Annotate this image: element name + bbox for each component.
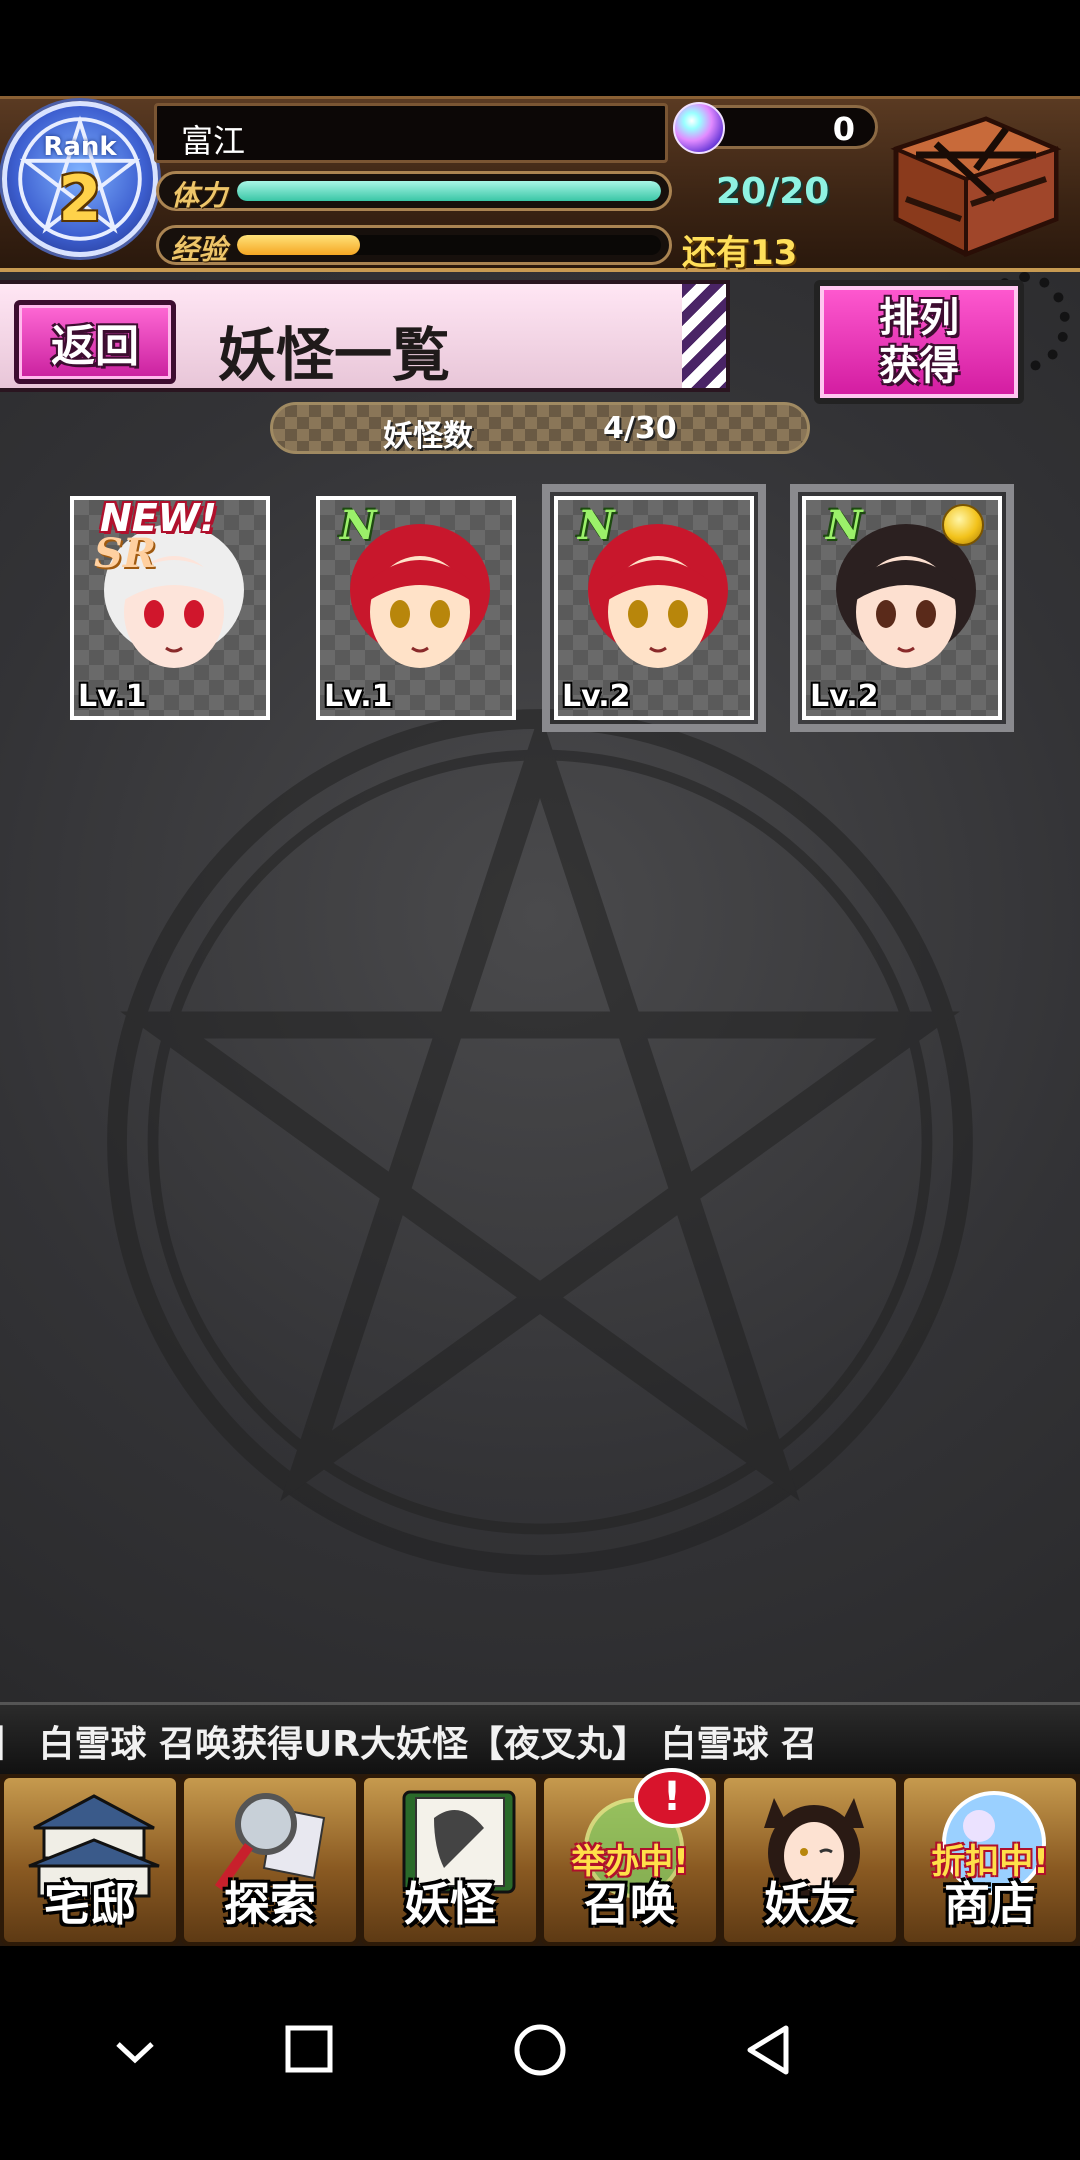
player-header: Rank 2 富江 体力 经验 0 20/20 还有13 xyxy=(0,96,1080,273)
yokai-count-label: 妖怪数 xyxy=(383,419,473,454)
nav-label-yokai: 妖怪 xyxy=(404,1877,496,1931)
orb-counter[interactable]: 0 xyxy=(673,102,878,154)
page-title: 妖怪一覧 xyxy=(218,321,451,389)
stamina-bar: 体力 xyxy=(156,171,672,212)
recents-square-icon[interactable] xyxy=(264,2006,354,2096)
exp-remaining: 还有13 xyxy=(682,233,798,273)
exp-fill xyxy=(237,235,360,255)
nav-label-friends: 妖友 xyxy=(764,1877,856,1931)
player-name-box: 富江 xyxy=(154,103,668,163)
yokai-card[interactable]: SR NEW! Lv.1 xyxy=(70,496,270,720)
bottom-nav: 宅邸 探索 妖怪 举办中! ! 召唤 妖友 折扣中! 商店 xyxy=(0,1768,1080,1946)
card-level: Lv.2 xyxy=(810,679,879,714)
yokai-card[interactable]: N Lv.2 xyxy=(790,484,1014,732)
home-circle-icon[interactable] xyxy=(495,2006,585,2096)
sort-line-1: 排列 xyxy=(879,294,959,341)
stamina-fill xyxy=(237,181,661,201)
ticker-text: 也】 白雪球 召唤获得UR大妖怪【夜叉丸】 白雪球 召 xyxy=(0,1724,818,1765)
back-button[interactable]: 返回 xyxy=(14,300,176,384)
card-level: Lv.1 xyxy=(78,679,147,714)
stamina-track xyxy=(237,181,661,201)
nav-label-explore: 探索 xyxy=(224,1877,316,1931)
sort-button[interactable]: 排列 获得 xyxy=(814,280,1024,404)
treasure-chest-icon[interactable] xyxy=(876,109,1066,259)
yokai-card[interactable]: N Lv.1 xyxy=(316,496,516,720)
spirit-orb-icon xyxy=(673,102,725,154)
new-badge: NEW! xyxy=(100,496,218,540)
nav-item-explore[interactable]: 探索 xyxy=(180,1774,360,1946)
nav-item-shop[interactable]: 折扣中! 商店 xyxy=(900,1774,1080,1946)
player-name: 富江 xyxy=(181,122,246,160)
nav-label-mansion: 宅邸 xyxy=(44,1877,136,1931)
nav-item-yokai[interactable]: 妖怪 xyxy=(360,1774,540,1946)
nav-label-shop: 商店 xyxy=(944,1877,1036,1931)
yokai-card[interactable]: N Lv.2 xyxy=(542,484,766,732)
yokai-count-bar: 妖怪数 4/30 xyxy=(270,402,810,454)
exp-bar: 经验 xyxy=(156,225,672,266)
rank-label: Rank xyxy=(43,132,117,162)
exp-label: 经验 xyxy=(171,233,228,266)
rank-badge[interactable]: Rank 2 xyxy=(2,101,158,257)
card-rarity: N xyxy=(826,502,863,549)
system-nav-bar xyxy=(0,1946,1080,2160)
title-banner: 返回 妖怪一覧 xyxy=(0,280,730,392)
nav-item-friends[interactable]: 妖友 xyxy=(720,1774,900,1946)
sort-line-2: 获得 xyxy=(879,342,959,389)
nav-item-mansion[interactable]: 宅邸 xyxy=(0,1774,180,1946)
card-level: Lv.2 xyxy=(562,679,631,714)
rank-value: 2 xyxy=(58,162,102,235)
back-triangle-icon[interactable] xyxy=(724,2006,814,2096)
card-rarity: N xyxy=(340,502,377,549)
stamina-label: 体力 xyxy=(171,179,228,212)
news-ticker: 也】 白雪球 召唤获得UR大妖怪【夜叉丸】 白雪球 召 xyxy=(0,1702,1080,1774)
yokai-count-value: 4/30 xyxy=(603,411,677,446)
nav-label-summon: 召唤 xyxy=(584,1877,676,1931)
yokai-list-screen: 返回 妖怪一覧 排列 获得 妖怪数 4/30 SR NEW! Lv.1 N Lv.1 N L… xyxy=(0,272,1080,1702)
pentagram-background xyxy=(107,709,973,1575)
gold-medal-icon xyxy=(942,504,984,546)
chevron-down-icon[interactable] xyxy=(90,2006,180,2096)
card-level: Lv.1 xyxy=(324,679,393,714)
nav-item-summon[interactable]: 举办中! ! 召唤 xyxy=(540,1768,720,1946)
exp-track xyxy=(237,235,661,255)
stamina-text: 20/20 xyxy=(716,171,830,212)
alert-icon: ! xyxy=(634,1768,710,1828)
orb-count: 0 xyxy=(832,110,855,148)
card-rarity: N xyxy=(578,502,615,549)
status-bar xyxy=(0,0,1080,96)
